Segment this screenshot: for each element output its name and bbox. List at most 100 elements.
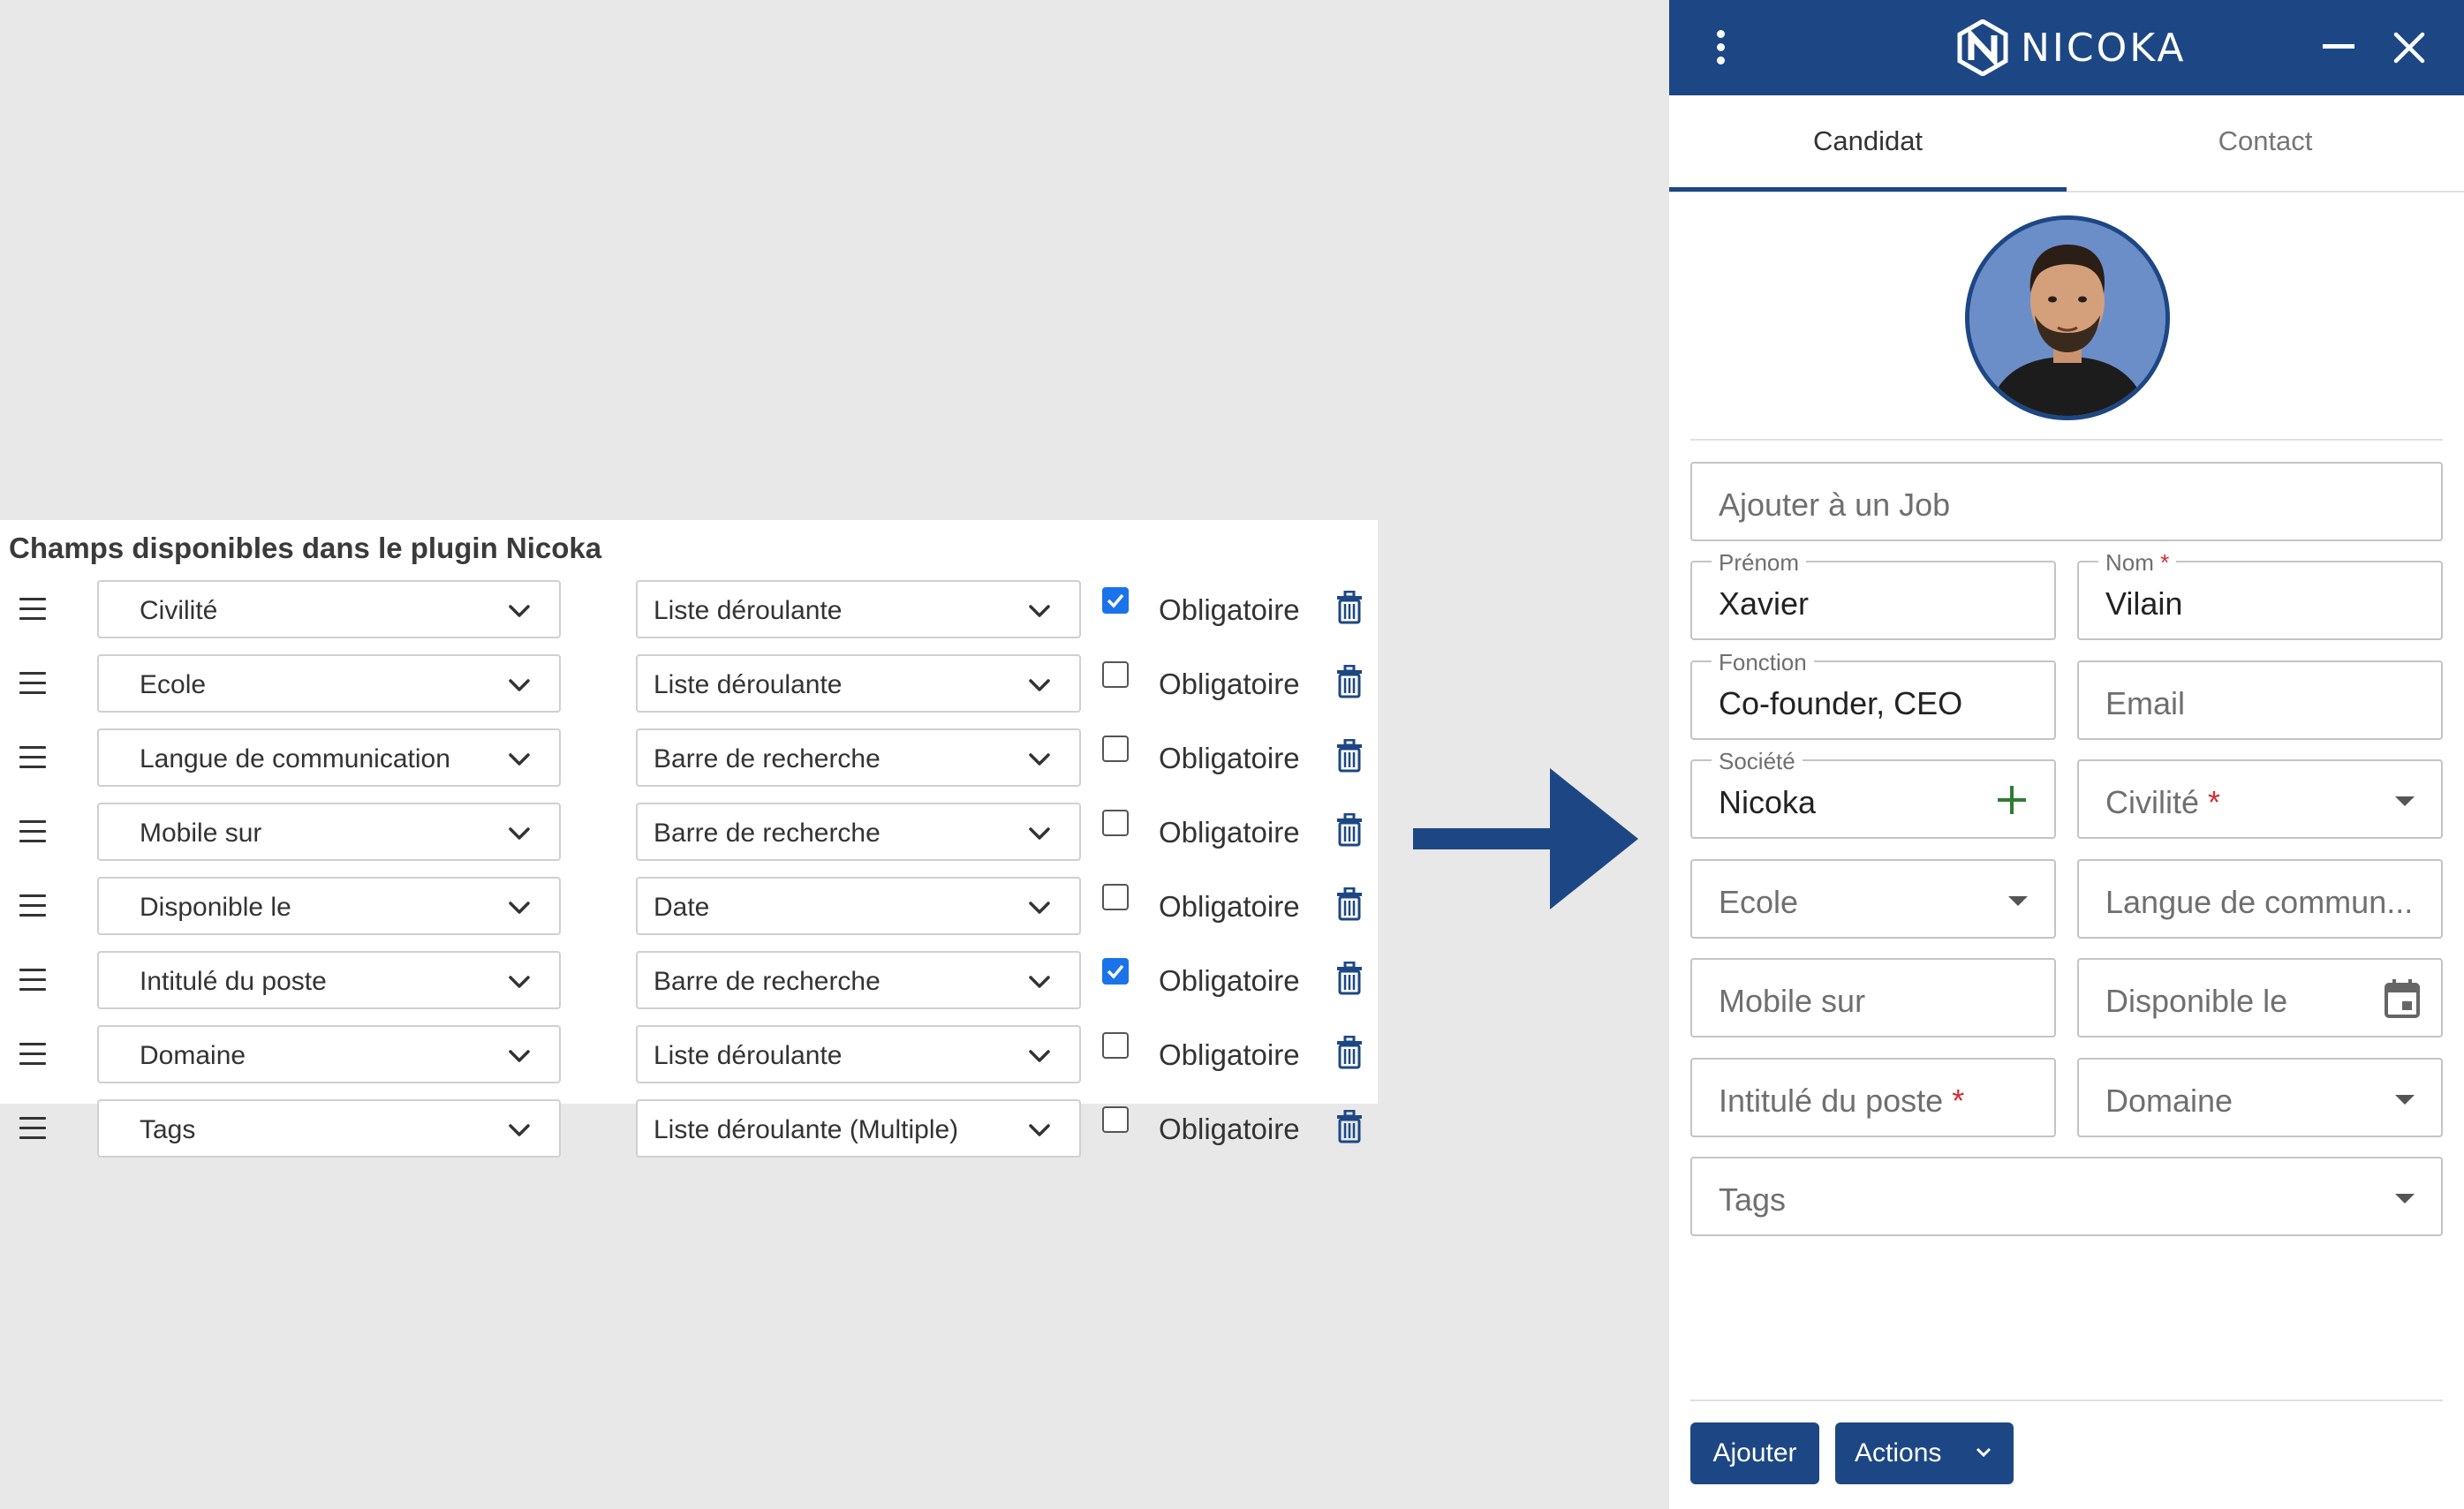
trash-icon[interactable] xyxy=(1335,665,1364,698)
fonction-label: Fonction xyxy=(1712,649,1814,676)
add-button[interactable]: Ajouter xyxy=(1690,1422,1819,1484)
nicoka-logo-icon xyxy=(1957,19,2008,76)
trash-icon[interactable] xyxy=(1335,739,1364,773)
trash-icon[interactable] xyxy=(1335,962,1364,995)
field-select[interactable]: Domaine xyxy=(97,1025,561,1083)
field-select[interactable]: Tags xyxy=(97,1099,561,1158)
chevron-down-icon xyxy=(509,679,530,691)
required-checkbox[interactable] xyxy=(1102,884,1129,910)
caret-down-icon xyxy=(2395,1095,2415,1105)
trash-icon[interactable] xyxy=(1335,887,1364,921)
close-icon[interactable] xyxy=(2393,32,2425,64)
config-row: Disponible le Date Obligatoire xyxy=(0,877,1378,939)
field-select[interactable]: Ecole xyxy=(97,654,561,713)
required-checkbox[interactable] xyxy=(1102,587,1129,614)
config-row: Intitulé du poste Barre de recherche Oblig… xyxy=(0,951,1378,1013)
field-select[interactable]: Intitulé du poste xyxy=(97,951,561,1009)
actions-button[interactable]: Actions xyxy=(1835,1422,2014,1484)
required-label: Obligatoire xyxy=(1159,1113,1300,1145)
required-checkbox[interactable] xyxy=(1102,958,1129,985)
minimize-icon[interactable] xyxy=(2323,44,2354,49)
kebab-menu-icon[interactable] xyxy=(1717,30,1727,67)
type-select[interactable]: Liste déroulante xyxy=(636,580,1081,638)
required-mark: * xyxy=(2208,784,2221,820)
type-select[interactable]: Barre de recherche xyxy=(636,728,1081,787)
type-select[interactable]: Barre de recherche xyxy=(636,951,1081,1009)
drag-handle-icon[interactable] xyxy=(19,672,46,695)
civilite-select[interactable]: Civilité * xyxy=(2077,759,2443,839)
ecole-select[interactable]: Ecole xyxy=(1690,859,2056,939)
field-select[interactable]: Disponible le xyxy=(97,877,561,935)
type-select[interactable]: Liste déroulante (Multiple) xyxy=(636,1099,1081,1158)
type-select[interactable]: Barre de recherche xyxy=(636,803,1081,861)
field-select[interactable]: Langue de communication xyxy=(97,728,561,787)
type-select[interactable]: Liste déroulante xyxy=(636,1025,1081,1083)
drag-handle-icon[interactable] xyxy=(19,820,46,843)
prenom-field[interactable]: Prénom Xavier xyxy=(1690,549,2056,640)
disponible-placeholder: Disponible le xyxy=(2105,983,2288,1019)
drag-handle-icon[interactable] xyxy=(19,746,46,769)
email-field[interactable]: Email xyxy=(2077,660,2443,740)
tags-select[interactable]: Tags xyxy=(1690,1157,2443,1236)
langue-field[interactable]: Langue de commun... xyxy=(2077,859,2443,939)
trash-icon[interactable] xyxy=(1335,813,1364,847)
tab-bar: Candidat Contact xyxy=(1669,95,2464,192)
chevron-down-icon xyxy=(509,605,530,617)
required-checkbox[interactable] xyxy=(1102,810,1129,836)
trash-icon[interactable] xyxy=(1335,1110,1364,1143)
tags-placeholder: Tags xyxy=(1719,1181,1787,1218)
config-row: Domaine Liste déroulante Obligatoire xyxy=(0,1025,1378,1087)
drag-handle-icon[interactable] xyxy=(19,1043,46,1066)
trash-icon[interactable] xyxy=(1335,591,1364,624)
type-select[interactable]: Liste déroulante xyxy=(636,654,1081,713)
civilite-placeholder: Civilité * xyxy=(2105,784,2220,821)
trash-icon[interactable] xyxy=(1335,1036,1364,1069)
drag-handle-icon[interactable] xyxy=(19,1117,46,1140)
brand-name: NICOKA xyxy=(2021,25,2187,71)
chevron-down-icon xyxy=(1029,827,1050,840)
type-select-value: Liste déroulante xyxy=(654,596,843,625)
field-select[interactable]: Civilité xyxy=(97,580,561,638)
intitule-placeholder-text: Intitulé du poste xyxy=(1719,1083,1944,1119)
person-photo xyxy=(1969,220,2165,416)
plus-icon[interactable] xyxy=(1996,784,2028,816)
calendar-icon[interactable] xyxy=(2383,977,2422,1020)
config-row: Langue de communication Barre de recherch… xyxy=(0,728,1378,790)
chevron-down-icon xyxy=(1029,605,1050,617)
ecole-placeholder: Ecole xyxy=(1719,884,1799,920)
fonction-field[interactable]: Fonction Co-founder, CEO xyxy=(1690,649,2056,740)
field-select[interactable]: Mobile sur xyxy=(97,803,561,861)
nom-field[interactable]: Nom * Vilain xyxy=(2077,549,2443,640)
domaine-select[interactable]: Domaine xyxy=(2077,1058,2443,1137)
required-mark: * xyxy=(1952,1083,1965,1119)
required-label: Obligatoire xyxy=(1159,593,1300,626)
societe-field[interactable]: Société Nicoka xyxy=(1690,748,2056,839)
intitule-field[interactable]: Intitulé du poste * xyxy=(1690,1058,2056,1137)
type-select-value: Liste déroulante xyxy=(654,670,843,699)
drag-handle-icon[interactable] xyxy=(19,969,46,992)
avatar[interactable] xyxy=(1965,215,2170,420)
config-row: Mobile sur Barre de recherche Obligatoire xyxy=(0,803,1378,864)
field-select-value: Disponible le xyxy=(140,893,291,922)
add-to-job-placeholder: Ajouter à un Job xyxy=(1719,487,1951,523)
drag-handle-icon[interactable] xyxy=(19,598,46,621)
required-checkbox[interactable] xyxy=(1102,1032,1129,1059)
type-select-value: Liste déroulante (Multiple) xyxy=(654,1115,959,1144)
field-select-value: Domaine xyxy=(140,1041,246,1070)
check-icon xyxy=(1107,593,1124,608)
chevron-down-icon xyxy=(509,753,530,766)
chevron-down-icon xyxy=(1976,1447,1992,1458)
required-checkbox[interactable] xyxy=(1102,1106,1129,1133)
drag-handle-icon[interactable] xyxy=(19,894,46,917)
required-checkbox[interactable] xyxy=(1102,736,1129,762)
arrow-right-icon xyxy=(1413,768,1638,909)
disponible-date-field[interactable]: Disponible le xyxy=(2077,958,2443,1037)
required-label: Obligatoire xyxy=(1159,816,1300,849)
tab-contact[interactable]: Contact xyxy=(2067,95,2464,191)
tab-candidat[interactable]: Candidat xyxy=(1669,95,2067,191)
type-select[interactable]: Date xyxy=(636,877,1081,935)
required-checkbox[interactable] xyxy=(1102,661,1129,688)
add-to-job-field[interactable]: Ajouter à un Job xyxy=(1690,462,2443,541)
mobile-field[interactable]: Mobile sur xyxy=(1690,958,2056,1037)
nom-label: Nom * xyxy=(2098,549,2177,577)
